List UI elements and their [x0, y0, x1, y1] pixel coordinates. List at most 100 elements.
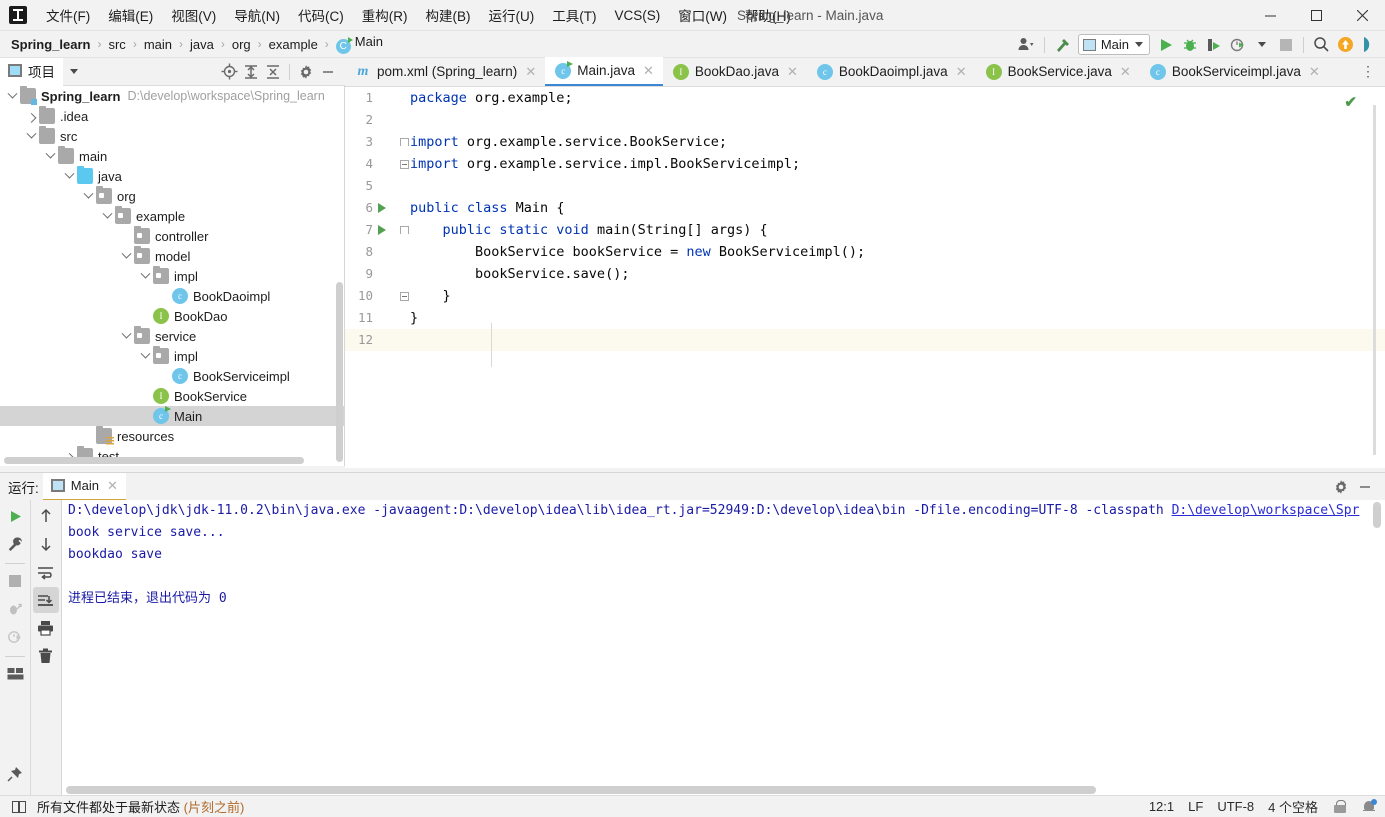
toggle-sidebar-icon[interactable] — [12, 800, 26, 813]
breadcrumb-item-java[interactable]: java — [188, 36, 216, 53]
tree-node-bookservice[interactable]: I BookService — [0, 386, 344, 406]
editor-tab-main-java[interactable]: c Main.java ✕ — [545, 57, 663, 86]
editor-tab-bookservice-java[interactable]: I BookService.java ✕ — [976, 57, 1140, 86]
code-line-10[interactable]: 10 } — [345, 285, 1385, 307]
close-icon[interactable]: ✕ — [525, 64, 536, 80]
gutter-run-icon[interactable] — [378, 225, 386, 235]
code-line-5[interactable]: 5 — [345, 175, 1385, 197]
editor-scrollbar[interactable] — [1373, 105, 1376, 455]
breadcrumb-item-main[interactable]: C Main — [334, 33, 385, 55]
code-line-6[interactable]: 6 public class Main { — [345, 197, 1385, 219]
project-tree-vertical-scrollbar[interactable] — [336, 282, 343, 462]
soft-wrap-icon[interactable] — [33, 559, 59, 585]
tree-node-main[interactable]: c Main — [0, 406, 344, 426]
print-icon[interactable] — [33, 615, 59, 641]
debug-icon[interactable] — [1178, 33, 1202, 57]
close-icon[interactable]: ✕ — [956, 64, 967, 80]
profile-dropdown-icon[interactable] — [1250, 33, 1274, 57]
menu-item-4[interactable]: 代码(C) — [289, 1, 353, 29]
code-fold-icon[interactable] — [400, 292, 409, 301]
tree-node-org[interactable]: org — [0, 186, 344, 206]
editor-tab-bookdaoimpl-java[interactable]: c BookDaoimpl.java ✕ — [807, 57, 976, 86]
run-console[interactable]: D:\develop\jdk\jdk-11.0.2\bin\java.exe -… — [62, 500, 1385, 797]
menu-item-3[interactable]: 导航(N) — [225, 1, 289, 29]
ide-assistant-icon[interactable] — [1357, 33, 1381, 57]
collapse-all-icon[interactable] — [262, 61, 284, 83]
indent-setting[interactable]: 4 个空格 — [1268, 797, 1318, 816]
menu-item-10[interactable]: 窗口(W) — [669, 1, 736, 29]
file-encoding[interactable]: UTF-8 — [1217, 799, 1254, 814]
run-icon[interactable] — [1154, 33, 1178, 57]
pin-icon[interactable] — [2, 761, 28, 787]
line-separator[interactable]: LF — [1188, 799, 1203, 814]
code-line-1[interactable]: 1 package org.example; — [345, 87, 1385, 109]
hide-panel-icon[interactable] — [1353, 475, 1377, 499]
chevron-down-icon[interactable] — [118, 328, 134, 344]
settings-gear-icon[interactable] — [295, 61, 317, 83]
maximize-button[interactable] — [1293, 0, 1339, 31]
chevron-down-icon[interactable] — [99, 208, 115, 224]
code-line-9[interactable]: 9 bookService.save(); — [345, 263, 1385, 285]
code-line-4[interactable]: 4 import org.example.service.impl.BookSer… — [345, 153, 1385, 175]
close-icon[interactable]: ✕ — [787, 64, 798, 80]
menu-item-5[interactable]: 重构(R) — [353, 1, 417, 29]
code-line-7[interactable]: 7 public static void main(String[] args)… — [345, 219, 1385, 241]
scroll-to-end-icon[interactable] — [32, 587, 59, 613]
console-vertical-scrollbar[interactable] — [1373, 502, 1381, 528]
menu-item-0[interactable]: 文件(F) — [37, 1, 99, 29]
breadcrumb-item-src[interactable]: src — [106, 36, 127, 53]
expand-all-icon[interactable] — [240, 61, 262, 83]
wrench-icon[interactable] — [2, 531, 28, 557]
run-with-coverage-icon[interactable] — [1202, 33, 1226, 57]
menu-item-8[interactable]: 工具(T) — [543, 1, 605, 29]
breadcrumb-item-org[interactable]: org — [230, 36, 253, 53]
code-line-12[interactable]: 12 — [345, 329, 1385, 351]
editor-tab-bookdao-java[interactable]: I BookDao.java ✕ — [663, 57, 807, 86]
minimize-button[interactable] — [1247, 0, 1293, 31]
console-horizontal-scrollbar[interactable] — [66, 786, 1096, 794]
chevron-down-icon[interactable] — [80, 188, 96, 204]
hide-panel-icon[interactable] — [317, 61, 339, 83]
locate-icon[interactable] — [218, 61, 240, 83]
project-tree-horizontal-scrollbar[interactable] — [4, 457, 304, 464]
tree-node-controller[interactable]: controller — [0, 226, 344, 246]
code-line-2[interactable]: 2 — [345, 109, 1385, 131]
tree-node-src[interactable]: src — [0, 126, 344, 146]
settings-gear-icon[interactable] — [1329, 475, 1353, 499]
run-tab-main[interactable]: Main ✕ — [42, 472, 126, 501]
gutter-run-icon[interactable] — [378, 203, 386, 213]
breadcrumb-item-spring_learn[interactable]: Spring_learn — [9, 36, 92, 53]
notification-bell-icon[interactable] — [1362, 798, 1377, 814]
close-icon[interactable]: ✕ — [643, 63, 654, 79]
code-fold-icon[interactable] — [400, 138, 409, 146]
chevron-down-icon[interactable] — [4, 88, 20, 104]
menu-item-6[interactable]: 构建(B) — [417, 1, 480, 29]
caret-position[interactable]: 12:1 — [1149, 799, 1174, 814]
inspection-status-icon[interactable]: ✔ — [1344, 93, 1357, 111]
classpath-link[interactable]: D:\develop\workspace\Spr — [1172, 503, 1360, 518]
code-line-8[interactable]: 8 BookService bookService = new BookServ… — [345, 241, 1385, 263]
chevron-down-icon[interactable] — [61, 168, 77, 184]
rerun-icon[interactable] — [2, 503, 28, 529]
code-fold-icon[interactable] — [400, 226, 409, 234]
chevron-down-icon[interactable] — [42, 148, 58, 164]
tree-node-.idea[interactable]: .idea — [0, 106, 344, 126]
tree-node-bookdaoimpl[interactable]: c BookDaoimpl — [0, 286, 344, 306]
tree-node-resources[interactable]: resources — [0, 426, 344, 446]
breadcrumb-item-example[interactable]: example — [267, 36, 320, 53]
tree-node-service[interactable]: service — [0, 326, 344, 346]
user-account-icon[interactable] — [1015, 33, 1039, 57]
menu-item-7[interactable]: 运行(U) — [480, 1, 544, 29]
tree-node-main[interactable]: main — [0, 146, 344, 166]
code-editor[interactable]: 1 package org.example; 2 3 import org.exampl… — [345, 87, 1385, 468]
chevron-down-icon[interactable] — [118, 248, 134, 264]
menu-item-9[interactable]: VCS(S) — [606, 4, 670, 27]
tree-node-bookserviceimpl[interactable]: c BookServiceimpl — [0, 366, 344, 386]
menu-item-2[interactable]: 视图(V) — [162, 1, 225, 29]
clear-all-icon[interactable] — [33, 643, 59, 669]
scroll-down-icon[interactable] — [33, 531, 59, 557]
tree-node-model[interactable]: model — [0, 246, 344, 266]
chevron-down-icon[interactable] — [23, 128, 39, 144]
tree-node-impl[interactable]: impl — [0, 266, 344, 286]
update-project-icon[interactable] — [1333, 33, 1357, 57]
